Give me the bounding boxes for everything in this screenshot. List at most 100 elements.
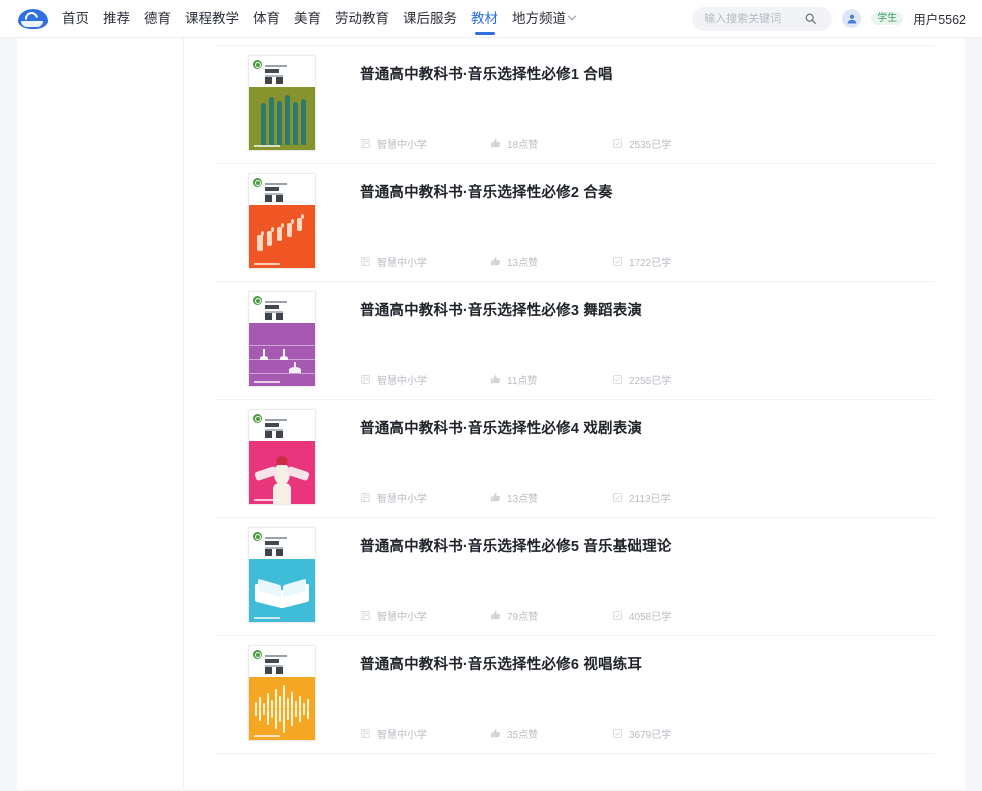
book-title[interactable]: 普通高中教科书·音乐选择性必修6 视唱练耳: [360, 655, 934, 675]
meta-publisher: 智慧中小学: [360, 372, 490, 387]
book-info: 普通高中教科书·音乐选择性必修6 视唱练耳 智慧中小学: [360, 645, 934, 753]
nav-item-textbooks[interactable]: 教材: [471, 0, 498, 38]
publisher-seal-icon: [253, 414, 262, 423]
book-title[interactable]: 普通高中教科书·音乐选择性必修4 戏剧表演: [360, 419, 934, 439]
nav-item-local-channel-label: 地方频道: [512, 0, 566, 38]
thumbs-up-icon: [490, 728, 501, 739]
book-title[interactable]: 普通高中教科书·音乐选择性必修5 音乐基础理论: [360, 537, 934, 557]
nav-item-curriculum-teaching[interactable]: 课程教学: [185, 0, 239, 38]
likes-count: 79点赞: [507, 608, 538, 623]
user-name[interactable]: 用户5562: [913, 9, 966, 28]
content-card: 普通高中教科书·音乐选择性必修1 合唱 智慧中小学: [17, 38, 965, 789]
meta-studied: 3679已学: [612, 726, 671, 741]
likes-count: 13点赞: [507, 254, 538, 269]
nav-item-aesthetic-education[interactable]: 美育: [294, 0, 321, 38]
chevron-down-icon: [568, 11, 576, 19]
cover-subtitle-blocks: [265, 549, 283, 556]
cover-artwork: [249, 559, 315, 623]
book-info: 普通高中教科书·音乐选择性必修5 音乐基础理论 智慧中小学: [360, 527, 934, 635]
cover-title-lines: [265, 296, 287, 313]
header-right-section: 学生 用户5562: [692, 7, 966, 31]
book-info: 普通高中教科书·音乐选择性必修2 合奏 智慧中小学: [360, 173, 934, 281]
publisher-name: 智慧中小学: [377, 608, 427, 623]
study-record-icon: [612, 138, 623, 149]
search-input[interactable]: [704, 13, 804, 25]
likes-count: 35点赞: [507, 726, 538, 741]
search-box[interactable]: [692, 7, 832, 31]
logo-tail-shape: [21, 21, 43, 27]
table-row[interactable]: 普通高中教科书·音乐选择性必修6 视唱练耳 智慧中小学: [215, 636, 934, 754]
studied-count: 4058已学: [629, 608, 671, 623]
book-cover-thumbnail[interactable]: [248, 409, 316, 505]
book-title[interactable]: 普通高中教科书·音乐选择性必修1 合唱: [360, 65, 934, 85]
book-meta: 智慧中小学 13点赞: [360, 490, 934, 505]
nav-item-recommend[interactable]: 推荐: [103, 0, 130, 38]
meta-studied: 2535已学: [612, 136, 671, 151]
user-role-badge: 学生: [871, 12, 903, 25]
book-title[interactable]: 普通高中教科书·音乐选择性必修2 合奏: [360, 183, 934, 203]
publisher-name: 智慧中小学: [377, 136, 427, 151]
book-cover-thumbnail[interactable]: [248, 527, 316, 623]
book-cover-thumbnail[interactable]: [248, 291, 316, 387]
likes-count: 11点赞: [507, 372, 537, 387]
book-icon: [360, 610, 371, 621]
meta-publisher: 智慧中小学: [360, 608, 490, 623]
table-row[interactable]: 普通高中教科书·音乐选择性必修4 戏剧表演 智慧中小学: [215, 400, 934, 518]
avatar[interactable]: [842, 9, 861, 28]
publisher-name: 智慧中小学: [377, 490, 427, 505]
study-record-icon: [612, 610, 623, 621]
nav-item-after-school-service[interactable]: 课后服务: [403, 0, 457, 38]
meta-likes: 11点赞: [490, 372, 612, 387]
cover-artwork: [249, 441, 315, 505]
study-record-icon: [612, 492, 623, 503]
nav-item-moral-education[interactable]: 德育: [144, 0, 171, 38]
meta-publisher: 智慧中小学: [360, 136, 490, 151]
thumbs-up-icon: [490, 374, 501, 385]
studied-count: 2113已学: [629, 490, 671, 505]
book-icon: [360, 138, 371, 149]
site-logo-icon[interactable]: [18, 7, 48, 31]
thumbs-up-icon: [490, 138, 501, 149]
nav-item-physical-education[interactable]: 体育: [253, 0, 280, 38]
cover-subtitle-blocks: [265, 431, 283, 438]
meta-studied: 4058已学: [612, 608, 671, 623]
cover-subtitle-blocks: [265, 313, 283, 320]
nav-item-local-channel[interactable]: 地方频道: [512, 0, 575, 38]
cover-header-band: [249, 410, 315, 441]
thumbs-up-icon: [490, 610, 501, 621]
table-row[interactable]: 普通高中教科书·音乐选择性必修5 音乐基础理论 智慧中小学: [215, 518, 934, 636]
page-body: 普通高中教科书·音乐选择性必修1 合唱 智慧中小学: [0, 38, 982, 791]
meta-likes: 18点赞: [490, 136, 612, 151]
book-info: 普通高中教科书·音乐选择性必修4 戏剧表演 智慧中小学: [360, 409, 934, 517]
book-icon: [360, 728, 371, 739]
book-title[interactable]: 普通高中教科书·音乐选择性必修3 舞蹈表演: [360, 301, 934, 321]
table-row[interactable]: 普通高中教科书·音乐选择性必修2 合奏 智慧中小学: [215, 164, 934, 282]
publisher-seal-icon: [253, 296, 262, 305]
meta-studied: 2255已学: [612, 372, 671, 387]
cover-header-band: [249, 646, 315, 677]
partially-scrolled-row[interactable]: [215, 38, 934, 46]
studied-count: 2255已学: [629, 372, 671, 387]
meta-publisher: 智慧中小学: [360, 254, 490, 269]
book-meta: 智慧中小学 35点赞: [360, 726, 934, 741]
book-icon: [360, 492, 371, 503]
book-meta: 智慧中小学 18点赞: [360, 136, 934, 151]
search-icon[interactable]: [804, 12, 817, 25]
cover-subtitle-blocks: [265, 195, 283, 202]
cover-subtitle-blocks: [265, 667, 283, 674]
cover-artwork: [249, 677, 315, 741]
meta-publisher: 智慧中小学: [360, 726, 490, 741]
nav-item-labor-education[interactable]: 劳动教育: [335, 0, 389, 38]
table-row[interactable]: 普通高中教科书·音乐选择性必修1 合唱 智慧中小学: [215, 46, 934, 164]
book-cover-thumbnail[interactable]: [248, 645, 316, 741]
book-meta: 智慧中小学 13点赞: [360, 254, 934, 269]
book-cover-thumbnail[interactable]: [248, 173, 316, 269]
book-info: 普通高中教科书·音乐选择性必修3 舞蹈表演 智慧中小学: [360, 291, 934, 399]
cover-title-lines: [265, 178, 287, 195]
cover-title-lines: [265, 650, 287, 667]
book-cover-thumbnail[interactable]: [248, 55, 316, 151]
table-row[interactable]: 普通高中教科书·音乐选择性必修3 舞蹈表演 智慧中小学: [215, 282, 934, 400]
publisher-name: 智慧中小学: [377, 372, 427, 387]
nav-item-home[interactable]: 首页: [62, 0, 89, 38]
book-meta: 智慧中小学 79点赞: [360, 608, 934, 623]
